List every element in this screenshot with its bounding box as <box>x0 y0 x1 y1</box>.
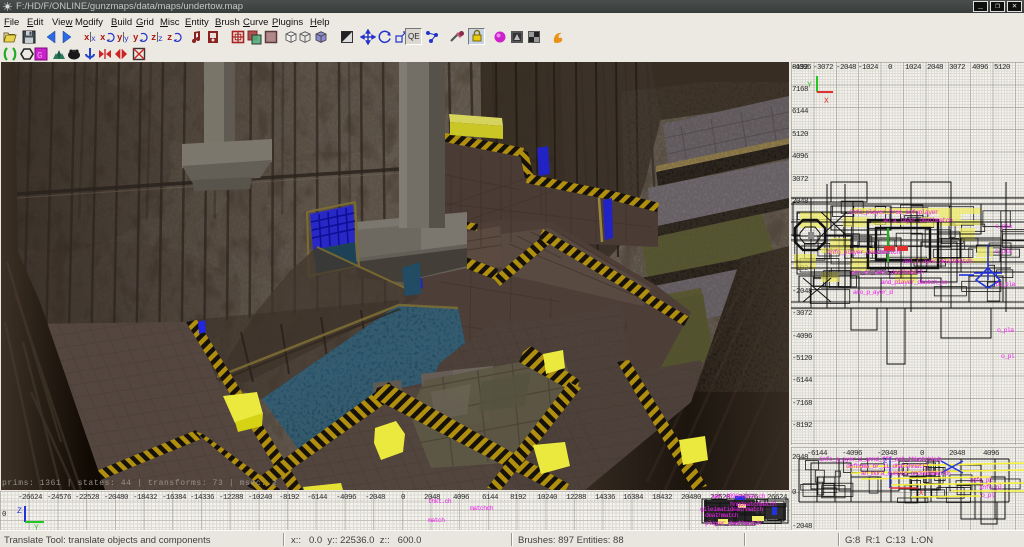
svg-text:-3072: -3072 <box>792 310 812 318</box>
svg-text:7168: 7168 <box>792 86 808 94</box>
svg-text:info_player_deathmatch: info_player_deathmatch <box>827 249 900 256</box>
svg-text:-10240: -10240 <box>248 494 273 502</box>
svg-text:G: G <box>37 51 42 61</box>
svg-text:8192: 8192 <box>792 64 808 72</box>
svg-text:0: 0 <box>888 64 893 72</box>
svg-text:0: 0 <box>792 489 797 497</box>
svg-text:o_pl: o_pl <box>1001 353 1015 360</box>
svg-text:0: 0 <box>401 494 406 502</box>
svg-text:4096: 4096 <box>792 153 809 161</box>
svg-text:thkt.ch: thkt.ch <box>428 498 452 505</box>
svg-text:an_a_layer_deathmatch: an_a_layer_deathmatch <box>883 217 953 224</box>
svg-text:o_pla: o_pla <box>995 223 1012 230</box>
svg-text:x: x <box>84 33 90 43</box>
svg-text:-14336: -14336 <box>190 494 215 502</box>
svg-text:14336: 14336 <box>595 494 616 502</box>
svg-text:-20480: -20480 <box>104 494 129 502</box>
svg-text:-22528: -22528 <box>75 494 99 502</box>
svg-text:o_pl: o_pl <box>981 492 995 499</box>
svg-text:y: y <box>124 35 129 44</box>
svg-text:6144: 6144 <box>792 108 809 116</box>
svg-text:z: z <box>151 33 156 43</box>
svg-text:5120: 5120 <box>792 131 809 139</box>
svg-text:-2048: -2048 <box>792 288 812 296</box>
svg-text:aro_er_aver_deathmatch: aro_er_aver_deathmatch <box>851 269 924 276</box>
svg-text:-7168: -7168 <box>792 400 812 408</box>
svg-text:-2048: -2048 <box>792 523 812 530</box>
svg-text:-4096: -4096 <box>792 333 813 341</box>
svg-text:info_pl: info_pl <box>979 484 1003 491</box>
svg-text:and_piayer_dbatch_po: and_piayer_dbatch_po <box>881 279 948 286</box>
svg-text:-8192: -8192 <box>279 494 299 502</box>
svg-text:Y: Y <box>807 81 812 90</box>
svg-text:match: match <box>428 517 445 524</box>
svg-text:ani_r_ayer_deathmatch: ani_r_ayer_deathmatch <box>903 258 973 265</box>
svg-text:0: 0 <box>2 511 7 519</box>
svg-text:-3072: -3072 <box>813 64 833 72</box>
svg-text:o_pla: o_pla <box>997 327 1014 334</box>
svg-text:-2048: -2048 <box>836 64 856 72</box>
svg-text:deathmatch: deathmatch <box>705 512 739 519</box>
svg-text:-2048: -2048 <box>365 494 385 502</box>
svg-text:10240: 10240 <box>537 494 558 502</box>
svg-text:2048: 2048 <box>949 450 965 458</box>
svg-text:18432: 18432 <box>652 494 672 502</box>
svg-text:z: z <box>167 33 172 43</box>
svg-text:6144: 6144 <box>482 494 499 502</box>
svg-text:3072: 3072 <box>792 176 808 184</box>
svg-text:x: x <box>91 35 96 44</box>
svg-text:4096: 4096 <box>453 494 470 502</box>
svg-text:-16384: -16384 <box>162 494 187 502</box>
svg-text:war_4096=6144.ch: war_4096=6144.ch <box>712 493 766 500</box>
svg-text:-18432: -18432 <box>133 494 157 502</box>
svg-text:to_pla: to_pla <box>995 281 1016 288</box>
svg-text:4096: 4096 <box>972 64 989 72</box>
svg-text:Z: Z <box>17 507 22 516</box>
svg-text:matchch: matchch <box>470 505 494 512</box>
svg-text:info_p_ayer_d_annd_fff_anb_thk: info_p_ayer_d_annd_fff_anb_thkatchkub <box>819 456 942 463</box>
svg-text:-4096: -4096 <box>336 494 357 502</box>
svg-text:X: X <box>824 97 829 106</box>
svg-text:20480: 20480 <box>681 494 702 502</box>
svg-text:2048: 2048 <box>927 64 943 72</box>
svg-text:4096: 4096 <box>983 450 1000 458</box>
svg-text:1024: 1024 <box>905 64 922 72</box>
svg-text:z: z <box>158 35 163 44</box>
svg-text:y: y <box>133 33 139 43</box>
svg-text:5120: 5120 <box>994 64 1011 72</box>
svg-text:info_player_free_infoplayer: info_player_free_infoplayer <box>849 209 939 216</box>
svg-text:defbuma_br_ii_dhatchmat(): defbuma_br_ii_dhatchmat() <box>846 463 929 470</box>
svg-text:-26624: -26624 <box>18 494 43 502</box>
svg-text:ano_p_ayer_d: ano_p_ayer_d <box>853 289 893 296</box>
svg-text:-12288: -12288 <box>219 494 243 502</box>
svg-text:x: x <box>100 33 106 43</box>
svg-text:16384: 16384 <box>623 494 644 502</box>
svg-text:-8192: -8192 <box>792 422 812 430</box>
svg-text:an_mura_cumple_andeddmadrch: an_mura_cumple_andeddmadrch <box>861 470 951 477</box>
svg-text:-6144: -6144 <box>307 494 328 502</box>
svg-text:o_pla: o_pla <box>995 248 1012 255</box>
svg-text:3072: 3072 <box>949 64 965 72</box>
svg-text:-6144: -6144 <box>792 377 813 385</box>
svg-text:y: y <box>117 33 123 43</box>
svg-text:-1024: -1024 <box>858 64 879 72</box>
svg-text:-5120: -5120 <box>792 355 813 363</box>
svg-text:-24576: -24576 <box>47 494 72 502</box>
svg-text:prims: 1361 | states: 44 | tra: prims: 1361 | states: 44 | transforms: 7… <box>2 479 277 488</box>
svg-text:12288: 12288 <box>566 494 586 502</box>
svg-text:info_pl: info_pl <box>969 477 993 484</box>
svg-text:8192: 8192 <box>510 494 526 502</box>
svg-text:player_deathmatch: player_deathmatch <box>705 520 762 527</box>
